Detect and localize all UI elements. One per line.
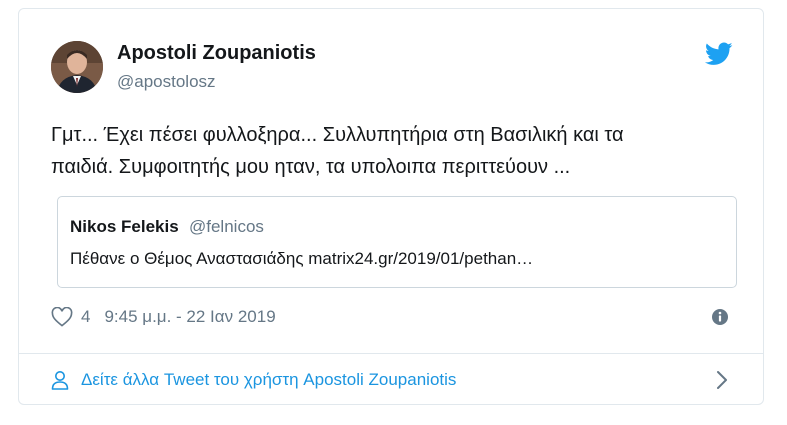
author-name[interactable]: Apostoli Zoupaniotis <box>117 42 316 65</box>
tweet-meta: 4 9:45 μ.μ. - 22 Ιαν 2019 <box>51 305 276 329</box>
quoted-tweet[interactable]: Nikos Felekis @felnicos Πέθανε ο Θέμος Α… <box>57 196 737 288</box>
twitter-bird-icon[interactable] <box>705 42 733 66</box>
person-icon <box>51 371 69 390</box>
embedded-tweet-card: Apostoli Zoupaniotis @apostolosz Γμτ... … <box>18 8 764 405</box>
tweet-text: Γμτ... Έχει πέσει φυλλοξηρα... Συλλυπητή… <box>51 119 711 183</box>
more-tweets-label: Δείτε άλλα Tweet του χρήστη Apostoli Zou… <box>81 370 457 389</box>
avatar[interactable] <box>51 41 103 93</box>
quoted-author-name: Nikos Felekis <box>70 217 179 236</box>
avatar-image <box>51 41 103 93</box>
info-icon[interactable] <box>711 308 729 326</box>
divider <box>19 353 763 354</box>
timestamp[interactable]: 9:45 μ.μ. - 22 Ιαν 2019 <box>104 307 275 327</box>
quoted-author-handle: @felnicos <box>189 217 264 236</box>
chevron-right-icon[interactable] <box>715 370 729 390</box>
like-count[interactable]: 4 <box>81 307 90 327</box>
more-tweets-link[interactable]: Δείτε άλλα Tweet του χρήστη Apostoli Zou… <box>51 366 456 394</box>
author-handle[interactable]: @apostolosz <box>117 72 216 92</box>
heart-icon[interactable] <box>51 307 73 327</box>
quoted-tweet-text: Πέθανε ο Θέμος Αναστασιάδης matrix24.gr/… <box>70 249 534 268</box>
tweet-text-line: παιδιά. Συμφοιτητής μου ηταν, τα υπολοιπ… <box>51 156 571 178</box>
tweet-text-line: Γμτ... Έχει πέσει φυλλοξηρα... Συλλυπητή… <box>51 124 624 146</box>
